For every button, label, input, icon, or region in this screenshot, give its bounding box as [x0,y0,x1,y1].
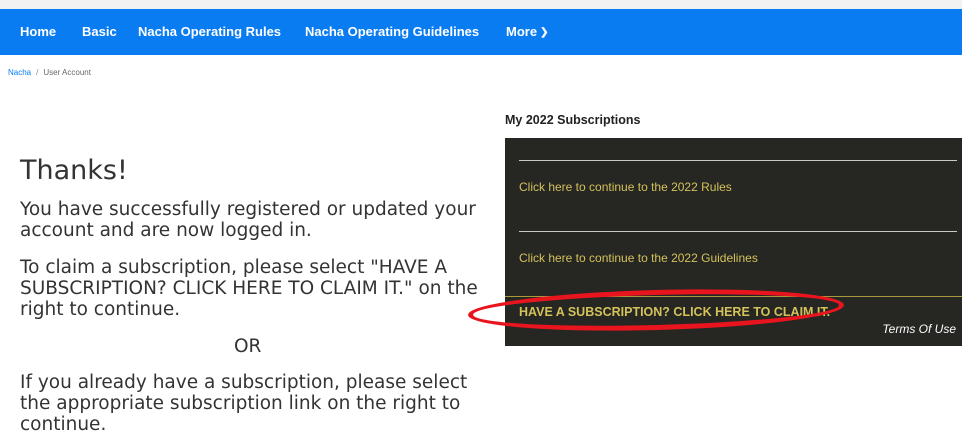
subscriptions-heading: My 2022 Subscriptions [505,113,641,127]
top-strip [0,0,962,9]
claim-divider [505,296,962,297]
page-title: Thanks! [20,155,128,186]
or-separator-text: OR [234,336,262,357]
subscriptions-panel: Click here to continue to the 2022 Rules… [505,138,962,346]
nav-more[interactable]: More ❯ [506,9,548,55]
nav-more-label: More [506,24,538,39]
terms-of-use-link[interactable]: Terms Of Use [882,322,956,336]
main-navbar: Home Basic Nacha Operating Rules Nacha O… [0,9,962,55]
panel-divider [519,231,957,232]
claim-instructions: To claim a subscription, please select "… [20,257,478,320]
rules-subscription-link[interactable]: Click here to continue to the 2022 Rules [519,180,732,194]
breadcrumb-current: User Account [43,68,91,77]
breadcrumb-home-link[interactable]: Nacha [8,68,31,77]
guidelines-subscription-link[interactable]: Click here to continue to the 2022 Guide… [519,251,758,265]
claim-subscription-link[interactable]: HAVE A SUBSCRIPTION? CLICK HERE TO CLAIM… [519,305,830,319]
breadcrumb: Nacha / User Account [8,68,91,77]
chevron-down-icon: ❯ [540,27,549,38]
success-message: You have successfully registered or upda… [20,199,476,241]
nav-operating-guidelines[interactable]: Nacha Operating Guidelines [305,9,479,55]
nav-operating-rules[interactable]: Nacha Operating Rules [138,9,281,55]
nav-home[interactable]: Home [20,9,56,55]
nav-basic[interactable]: Basic [82,9,117,55]
breadcrumb-separator: / [36,68,39,77]
existing-subscription-instructions: If you already have a subscription, plea… [20,372,468,435]
panel-divider [519,160,957,161]
